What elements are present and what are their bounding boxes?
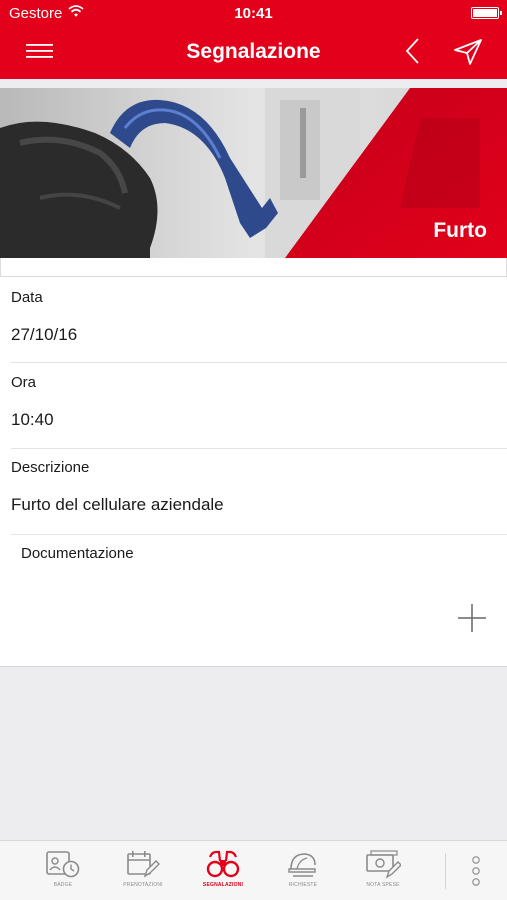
tab-divider bbox=[445, 853, 446, 889]
hero-caption: Furto bbox=[433, 219, 487, 242]
field-label: Data bbox=[11, 289, 43, 306]
report-form: Data 27/10/16 Ora 10:40 Descrizione Furt… bbox=[0, 276, 507, 667]
tab-label: Richieste bbox=[288, 882, 318, 888]
tab-label: Badge bbox=[53, 882, 73, 888]
tab-richieste[interactable]: Richieste bbox=[268, 849, 338, 897]
tab-nota-spese[interactable]: Nota spese bbox=[348, 849, 418, 897]
field-value[interactable]: 10:40 bbox=[11, 410, 54, 430]
status-time: 10:41 bbox=[234, 5, 273, 22]
tab-badge[interactable]: Badge bbox=[28, 849, 98, 897]
field-date[interactable]: Data 27/10/16 bbox=[0, 277, 507, 362]
tab-label: Prenotazioni bbox=[123, 882, 163, 888]
send-icon[interactable] bbox=[452, 37, 484, 67]
field-time[interactable]: Ora 10:40 bbox=[0, 363, 507, 448]
field-label: Ora bbox=[11, 374, 37, 391]
tab-segnalazioni[interactable]: Segnalazioni bbox=[188, 849, 258, 897]
money-edit-icon bbox=[366, 850, 401, 879]
plus-icon[interactable] bbox=[457, 603, 487, 633]
crowbar-theft-illustration bbox=[0, 88, 507, 258]
badge-clock-icon bbox=[46, 851, 80, 878]
tab-prenotazioni[interactable]: Prenotazioni bbox=[108, 849, 178, 897]
field-value[interactable]: Furto del cellulare aziendale bbox=[11, 495, 224, 515]
tab-bar: Badge Prenotazioni Segnalazioni Richies bbox=[0, 840, 507, 900]
page-title: Segnalazione bbox=[186, 40, 321, 63]
calendar-edit-icon bbox=[127, 851, 160, 878]
field-label: Descrizione bbox=[11, 459, 90, 476]
battery-icon bbox=[471, 7, 502, 19]
tab-label: Nota spese bbox=[366, 882, 400, 888]
more-vertical-icon[interactable] bbox=[466, 855, 486, 889]
field-value[interactable]: 27/10/16 bbox=[11, 325, 77, 345]
hero-image: Furto bbox=[0, 88, 507, 258]
divider bbox=[11, 534, 507, 535]
hero-spacer bbox=[0, 258, 507, 276]
back-chevron-icon[interactable] bbox=[402, 36, 424, 66]
field-description[interactable]: Descrizione Furto del cellulare aziendal… bbox=[0, 449, 507, 534]
tab-label: Segnalazioni bbox=[202, 882, 244, 888]
top-bar: Gestore 10:41 Segnalazione bbox=[0, 0, 507, 79]
status-bar: Gestore 10:41 bbox=[0, 0, 507, 26]
binoculars-icon bbox=[206, 850, 240, 878]
documentation-label: Documentazione bbox=[21, 545, 134, 562]
helmet-icon bbox=[288, 853, 316, 877]
